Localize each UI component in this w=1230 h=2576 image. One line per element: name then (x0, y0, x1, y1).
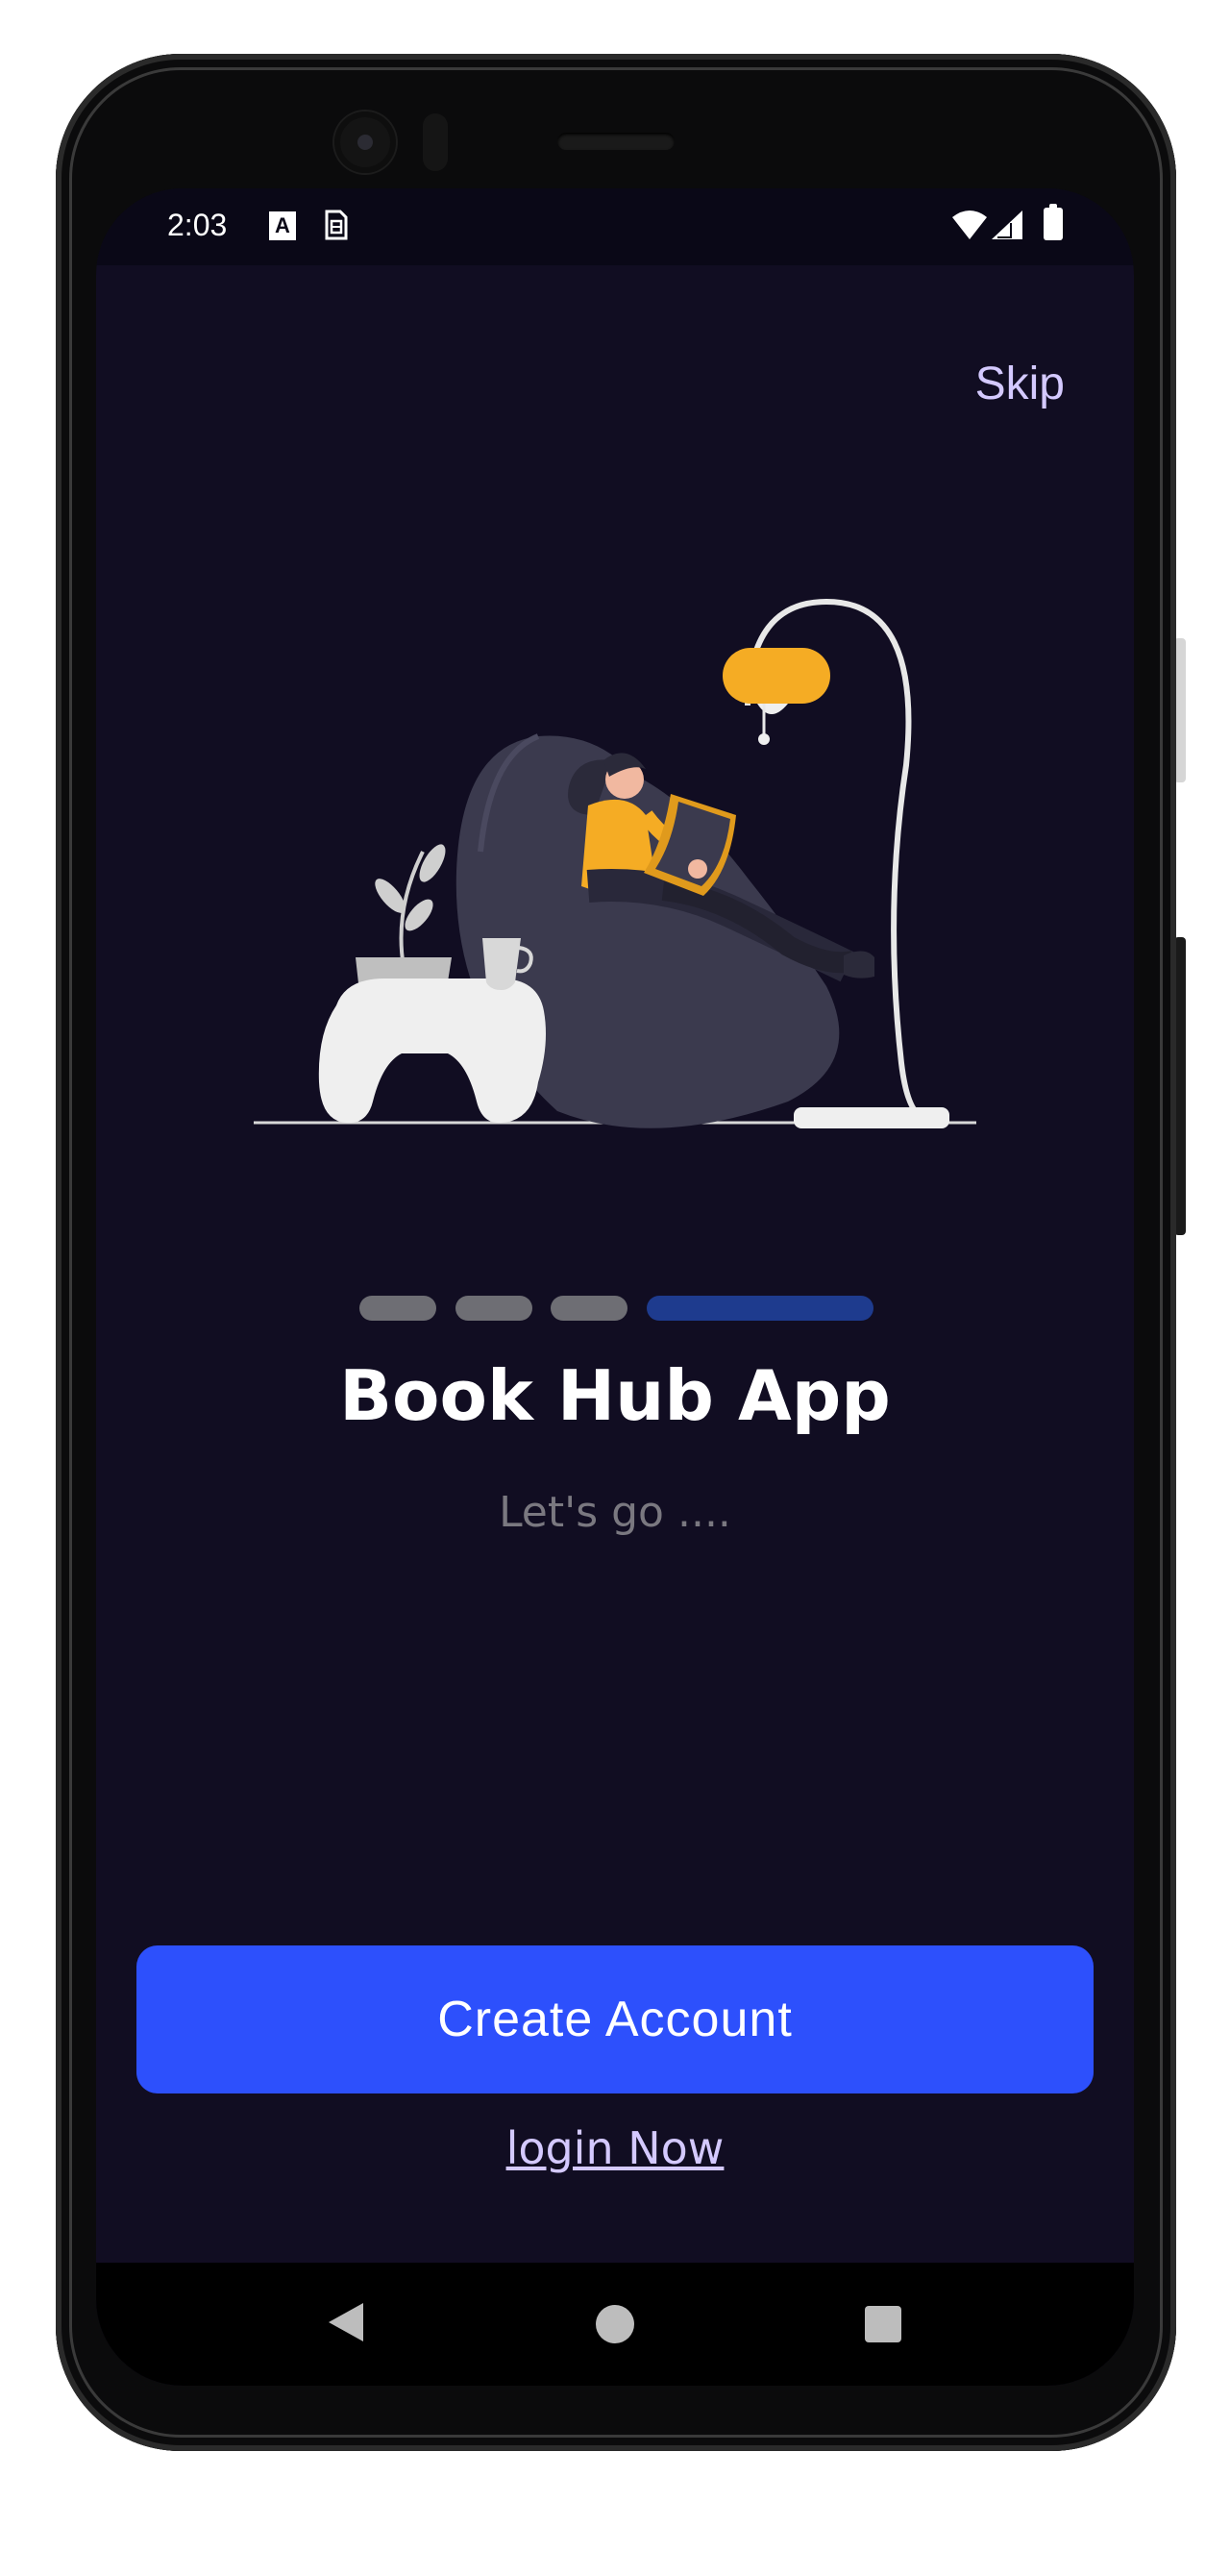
onboarding-title: Book Hub App (339, 1355, 891, 1436)
reading-woman-illustration-icon (254, 598, 976, 1128)
proximity-sensor (423, 113, 448, 171)
earpiece-speaker (557, 133, 675, 150)
page-indicator (359, 1296, 878, 1325)
nav-back-icon[interactable] (327, 2301, 365, 2347)
sim-card-icon (321, 208, 350, 246)
skip-button[interactable]: Skip (975, 358, 1065, 410)
page-indicator-dot-2[interactable] (455, 1296, 532, 1321)
wifi-icon (951, 210, 988, 244)
app-screen: 2:03 A Skip Book Hub App Let's go .... C… (96, 188, 1134, 2386)
status-bar: 2:03 A (96, 188, 1134, 265)
nav-recents-icon[interactable] (865, 2306, 901, 2342)
cell-signal-icon (990, 210, 1024, 244)
page-indicator-dot-3[interactable] (551, 1296, 627, 1321)
page-indicator-dot-1[interactable] (359, 1296, 436, 1321)
nav-home-icon[interactable] (596, 2305, 634, 2343)
login-now-link[interactable]: login Now (96, 2122, 1134, 2174)
battery-icon (1044, 204, 1063, 240)
status-time: 2:03 (167, 208, 228, 242)
onboarding-subtitle: Let's go .... (499, 1488, 731, 1537)
create-account-button[interactable]: Create Account (136, 1945, 1094, 2093)
page-indicator-dot-4-active[interactable] (647, 1296, 873, 1321)
front-camera (334, 111, 396, 173)
font-notification-icon: A (269, 211, 296, 240)
system-navigation-bar (96, 2263, 1134, 2386)
